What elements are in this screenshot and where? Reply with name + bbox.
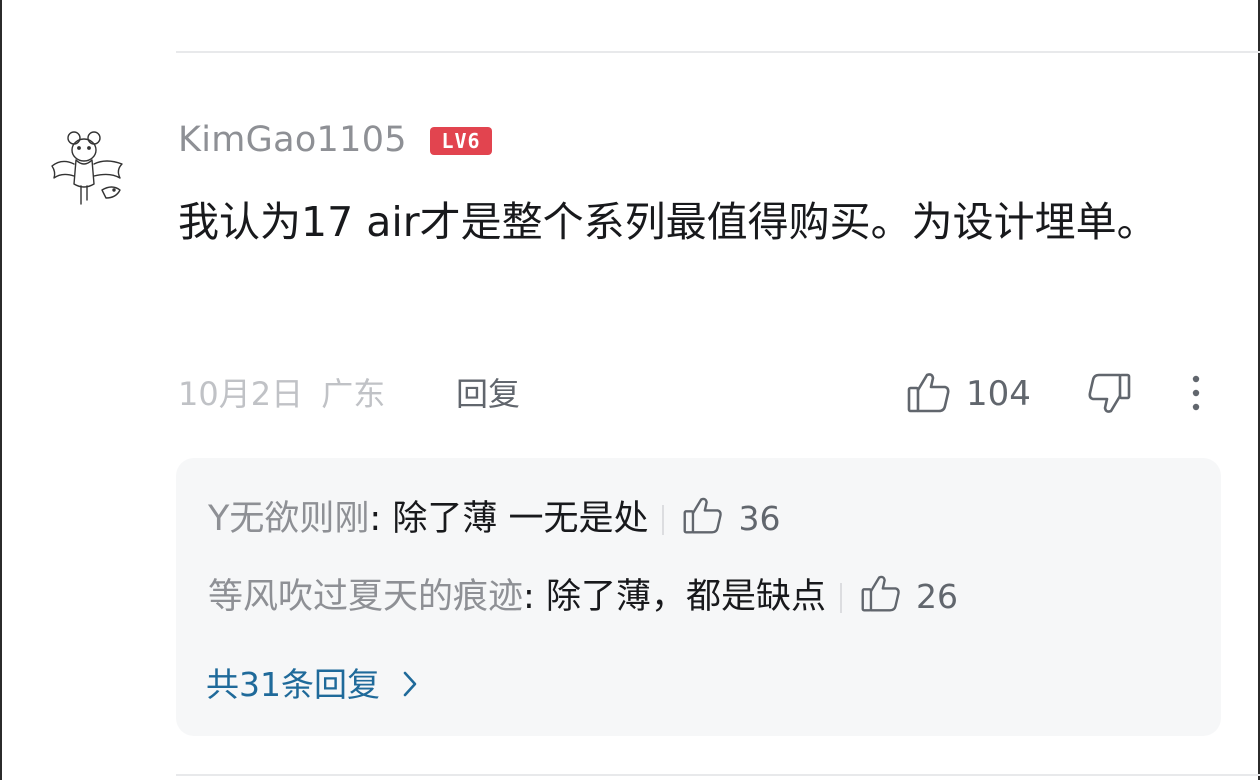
sub-reply-colon: : <box>523 577 546 617</box>
sub-reply-username[interactable]: Y无欲则刚 <box>208 499 369 539</box>
divider-top <box>176 51 1260 53</box>
sub-reply-text: 除了薄，都是缺点 <box>545 577 826 617</box>
thumbs-up-icon[interactable] <box>906 370 952 414</box>
sub-reply-separator <box>662 505 665 535</box>
sub-reply-like-count: 36 <box>738 499 781 538</box>
comment-username[interactable]: KimGao1105 <box>178 118 407 162</box>
comment-text: 我认为17 air才是整个系列最值得购买。为设计埋单。 <box>178 198 1158 246</box>
sub-reply-item[interactable]: 等风吹过夏天的痕迹: 除了薄，都是缺点 26 <box>208 572 958 622</box>
level-badge: LV6 <box>430 127 492 155</box>
sub-reply-like-count: 26 <box>915 577 958 616</box>
like-count: 104 <box>966 374 1031 414</box>
view-more-replies-link[interactable]: 共31条回复 <box>206 662 420 708</box>
comment-meta: 10月2日 广东 <box>178 372 385 416</box>
sub-reply-text: 除了薄 一无是处 <box>392 499 649 539</box>
view-more-replies-label: 共31条回复 <box>206 665 380 704</box>
divider-bottom <box>176 774 1260 776</box>
avatar[interactable] <box>44 128 134 210</box>
reply-button[interactable]: 回复 <box>456 372 520 416</box>
chevron-right-icon <box>403 671 417 697</box>
sub-reply-separator <box>839 583 842 613</box>
thumbs-up-icon[interactable] <box>682 494 724 536</box>
sub-reply-item[interactable]: Y无欲则刚: 除了薄 一无是处 36 <box>208 494 780 544</box>
frame-edge-left <box>0 0 2 780</box>
sub-reply-colon: : <box>369 499 393 539</box>
comment-date: 10月2日 <box>178 375 304 413</box>
more-vertical-icon[interactable] <box>1184 372 1208 416</box>
sub-reply-username[interactable]: 等风吹过夏天的痕迹 <box>208 577 523 617</box>
thumbs-down-icon[interactable] <box>1086 372 1132 416</box>
thumbs-up-icon[interactable] <box>860 572 902 614</box>
comment-location: 广东 <box>321 375 386 413</box>
